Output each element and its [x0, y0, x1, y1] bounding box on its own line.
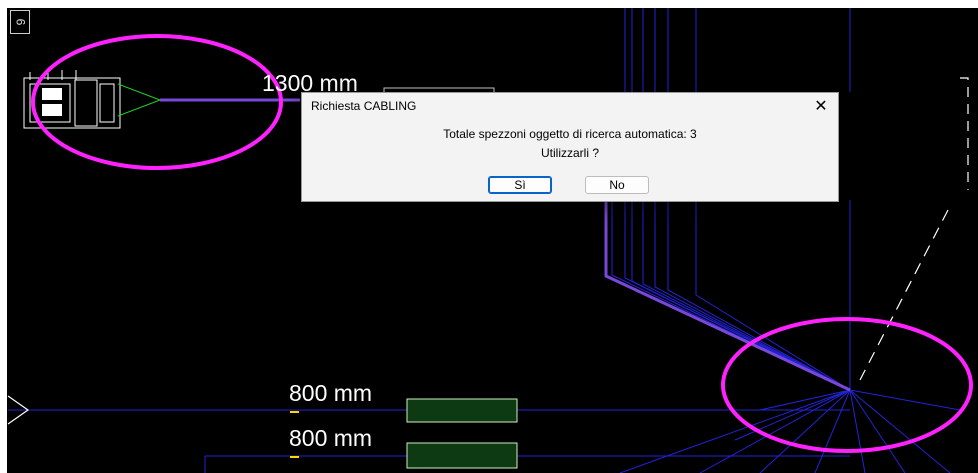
label-box[interactable]	[406, 442, 518, 469]
dashed-line	[960, 77, 969, 190]
cad-drawing	[7, 8, 973, 473]
wire	[654, 200, 851, 391]
dialog-title: Richiesta CABLING	[311, 99, 417, 113]
highlight-ellipse	[721, 317, 973, 453]
label-box[interactable]	[406, 398, 518, 423]
connector-pin	[42, 104, 62, 116]
wire	[849, 389, 866, 473]
dialog-message-question: Utilizzarli ?	[540, 146, 599, 160]
connector-cap	[99, 83, 115, 123]
dashed-outline	[859, 77, 969, 381]
wire	[849, 389, 906, 473]
dialog-message-total: Totale spezzoni oggetto di ricerca autom…	[443, 127, 697, 141]
label-box-group	[406, 398, 518, 469]
dialog-titlebar[interactable]: Richiesta CABLING ✕	[302, 93, 838, 119]
sheet-number: 6	[10, 10, 30, 34]
connector-symbol[interactable]	[23, 70, 161, 129]
no-button[interactable]: No	[585, 176, 649, 194]
wire	[624, 200, 851, 391]
wire	[734, 389, 851, 441]
wire	[759, 389, 851, 473]
wire	[619, 389, 851, 473]
wire	[642, 200, 851, 391]
connector-leader	[117, 83, 161, 101]
dimension-label-mid: 800 mm	[289, 380, 373, 406]
cabling-request-dialog: Richiesta CABLING ✕ Totale spezzoni ogge…	[301, 92, 839, 202]
close-icon[interactable]: ✕	[804, 93, 838, 119]
dimension-label-bottom: 800 mm	[289, 425, 373, 451]
yes-button[interactable]: Sì	[488, 176, 552, 194]
wire	[759, 389, 851, 411]
connector-latch	[74, 79, 98, 127]
wire	[699, 389, 851, 473]
wire	[849, 389, 961, 411]
connector-leader	[117, 99, 161, 117]
wire	[667, 200, 851, 391]
sheet-number-text: 6	[13, 18, 27, 26]
connector-pin	[42, 88, 62, 100]
wire	[695, 200, 851, 391]
dashed-line	[859, 209, 949, 381]
